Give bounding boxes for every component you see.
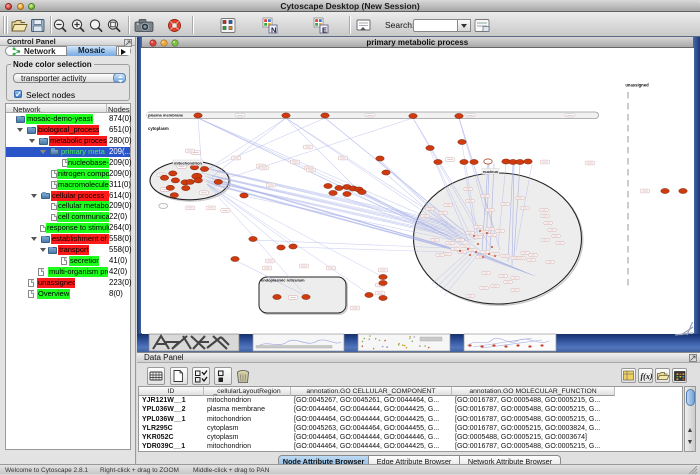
svg-text:N: N (271, 26, 276, 35)
svg-text:cytoplasm: cytoplasm (148, 126, 169, 131)
svg-text:f(x): f(x) (641, 372, 653, 381)
svg-text:mitochondrion: mitochondrion (174, 160, 203, 165)
svg-text:E: E (322, 26, 327, 35)
svg-text:unassigned: unassigned (625, 83, 649, 88)
svg-text:plasma membrane: plasma membrane (148, 113, 184, 118)
svg-text:endoplasmic reticulum: endoplasmic reticulum (261, 278, 305, 283)
svg-text:nucleus: nucleus (483, 169, 499, 174)
